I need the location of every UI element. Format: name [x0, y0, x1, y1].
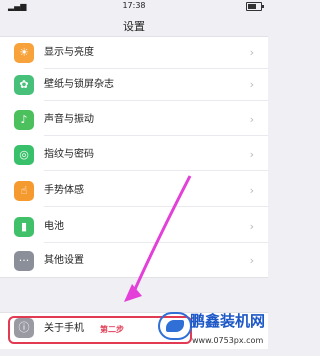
more-icon: ··· [14, 251, 34, 271]
gesture-icon: ☝ [14, 181, 34, 201]
about-phone-label: 关于手机 [44, 323, 84, 334]
sound-icon: ♪ [14, 110, 34, 130]
status-time: 17:38 [122, 1, 146, 10]
divider [44, 100, 268, 101]
step-annotation: 第二步 [100, 325, 124, 334]
chevron-right-icon: › [249, 254, 254, 267]
settings-item-label: 显示与亮度 [44, 47, 94, 58]
divider [44, 206, 268, 207]
divider [44, 242, 268, 243]
settings-item-sound[interactable]: ♪ 声音与振动 › [0, 104, 268, 136]
divider [44, 135, 268, 136]
watermark: 鹏鑫装机网 www.0753px.com [158, 308, 266, 354]
settings-item-other[interactable]: ··· 其他设置 › [0, 245, 268, 277]
settings-item-gesture[interactable]: ☝ 手势体感 › [0, 175, 268, 207]
chevron-right-icon: › [249, 148, 254, 161]
chevron-right-icon: › [249, 184, 254, 197]
chevron-right-icon: › [249, 113, 254, 126]
status-bar: ▂▄▆ 17:38 [0, 0, 268, 13]
settings-item-display[interactable]: ☀ 显示与亮度 › [0, 37, 268, 69]
info-icon: ⓘ [14, 318, 34, 338]
divider [44, 170, 268, 171]
settings-item-label: 电池 [44, 221, 64, 232]
logo-icon [158, 312, 192, 340]
chevron-right-icon: › [249, 46, 254, 59]
page-title: 设置 [123, 20, 145, 33]
settings-item-label: 指纹与密码 [44, 149, 94, 160]
settings-item-fingerprint[interactable]: ◎ 指纹与密码 › [0, 139, 268, 171]
settings-item-wallpaper[interactable]: ✿ 壁纸与锁屏杂志 › [0, 69, 268, 101]
settings-item-label: 壁纸与锁屏杂志 [44, 79, 114, 90]
fingerprint-icon: ◎ [14, 145, 34, 165]
settings-list: ☀ 显示与亮度 › ✿ 壁纸与锁屏杂志 › ♪ 声音与振动 › ◎ 指纹与密码 … [0, 36, 268, 278]
chevron-right-icon: › [249, 220, 254, 233]
battery-icon: ▮ [14, 217, 34, 237]
wallpaper-icon: ✿ [14, 75, 34, 95]
settings-item-battery[interactable]: ▮ 电池 › [0, 211, 268, 243]
settings-item-label: 其他设置 [44, 255, 84, 266]
battery-status-icon [246, 2, 264, 11]
chevron-right-icon: › [249, 78, 254, 91]
display-brightness-icon: ☀ [14, 43, 34, 63]
settings-item-label: 手势体感 [44, 185, 84, 196]
arrow-head [124, 284, 142, 302]
watermark-title: 鹏鑫装机网 [190, 312, 266, 330]
settings-item-label: 声音与振动 [44, 114, 94, 125]
watermark-url: www.0753px.com [192, 336, 264, 345]
